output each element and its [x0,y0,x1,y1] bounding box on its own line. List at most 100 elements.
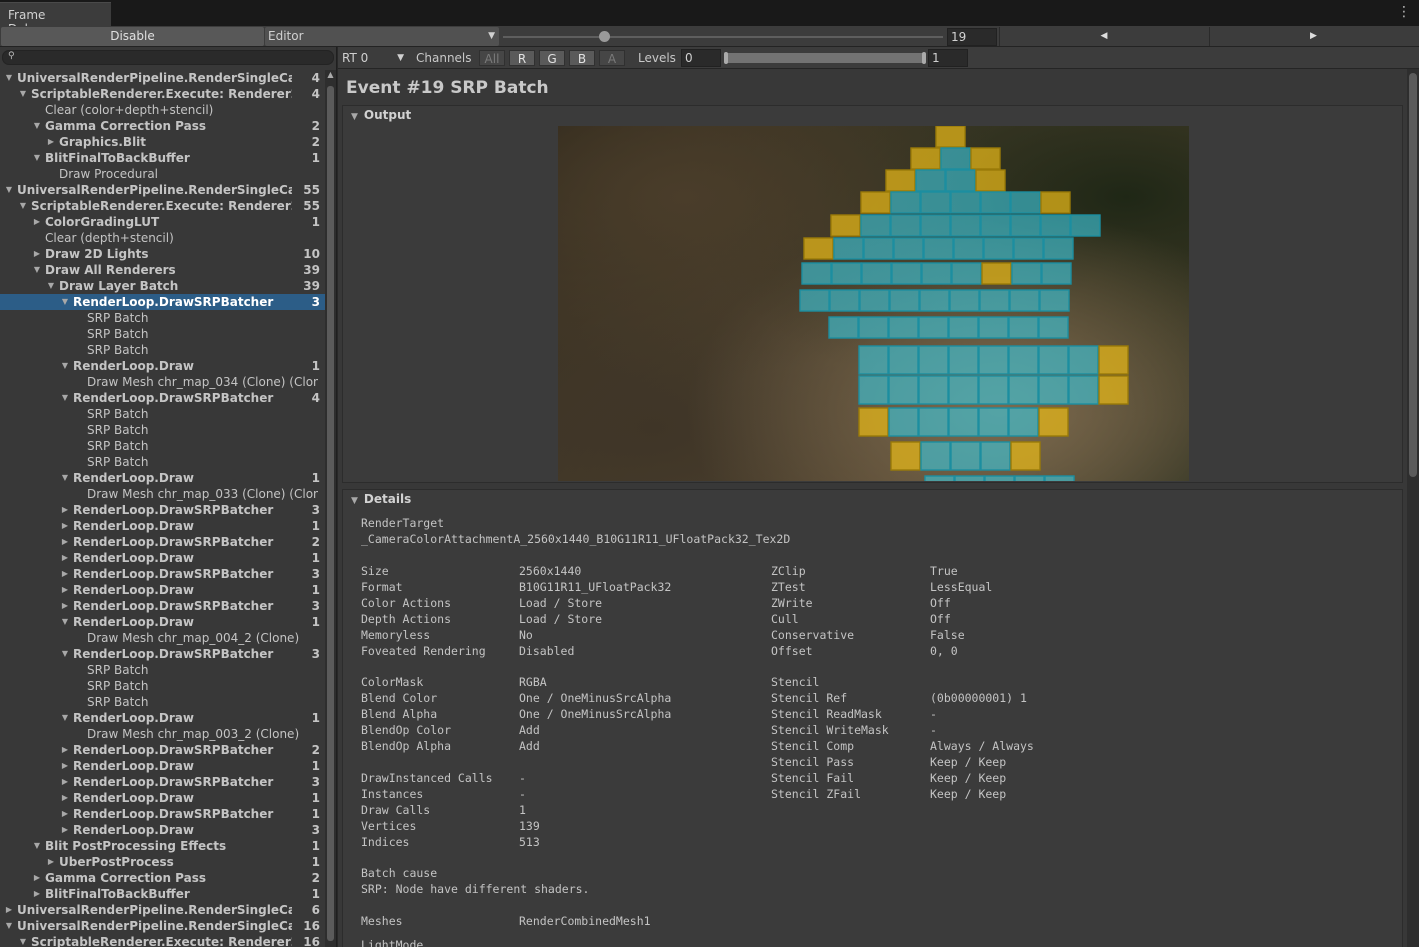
collapsed-arrow-icon[interactable]: ▶ [60,566,70,582]
levels-min-handle[interactable] [724,52,728,64]
tree-item[interactable]: ▼UniversalRenderPipeline.RenderSingleCam… [0,918,325,934]
tree-item[interactable]: ▶ RenderLoop.DrawSRPBatcher 1 [0,806,325,822]
tree-item[interactable]: Draw Mesh chr_map_004_2 (Clone) [0,630,325,646]
expanded-arrow-icon[interactable]: ▼ [32,150,42,166]
collapsed-arrow-icon[interactable]: ▶ [60,774,70,790]
levels-min-field[interactable]: 0 [681,49,721,67]
tree-item[interactable]: ▶ RenderLoop.Draw 1 [0,758,325,774]
expanded-arrow-icon[interactable]: ▼ [32,262,42,278]
expanded-arrow-icon[interactable]: ▼ [4,182,14,198]
levels-max-field[interactable]: 1 [928,49,968,67]
collapsed-arrow-icon[interactable]: ▶ [32,214,42,230]
tree-item[interactable]: ▼ ScriptableRenderer.Execute: Renderer2D 4 [0,86,325,102]
tree-item[interactable]: ▶ RenderLoop.DrawSRPBatcher 3 [0,502,325,518]
tree-item[interactable]: ▼ ScriptableRenderer.Execute: Renderer2D 1… [0,934,325,947]
tree-item[interactable]: Draw Mesh chr_map_033 (Clone) (Clone) [0,486,325,502]
tree-item[interactable]: ▶ RenderLoop.DrawSRPBatcher 3 [0,598,325,614]
tree-item[interactable]: ▶ RenderLoop.Draw 1 [0,550,325,566]
tree-item[interactable]: SRP Batch [0,422,325,438]
scroll-up-icon[interactable]: ▲ [325,70,336,79]
tree-item[interactable]: ▼ RenderLoop.Draw 1 [0,710,325,726]
expanded-arrow-icon[interactable]: ▼ [18,86,28,102]
event-slider-thumb[interactable] [599,31,610,42]
details-scrollbar-thumb[interactable] [1409,73,1417,477]
tree-item[interactable]: ▶UniversalRenderPipeline.RenderSingleCam… [0,902,325,918]
tree-item[interactable]: ▼UniversalRenderPipeline.RenderSingleCam… [0,182,325,198]
tree-item[interactable]: SRP Batch [0,310,325,326]
collapsed-arrow-icon[interactable]: ▶ [4,902,14,918]
tree-item[interactable]: ▼ RenderLoop.DrawSRPBatcher 3 [0,294,325,310]
tree-item[interactable]: ▼ Draw Layer Batch 39 [0,278,325,294]
details-header[interactable]: ▼ Details [343,490,1402,508]
collapsed-arrow-icon[interactable]: ▶ [60,742,70,758]
expanded-arrow-icon[interactable]: ▼ [60,358,70,374]
expanded-arrow-icon[interactable]: ▼ [18,934,28,947]
collapsed-arrow-icon[interactable]: ▶ [60,534,70,550]
channel-toggle-b[interactable]: B [569,50,595,66]
render-target-dropdown[interactable]: RT 0 ▼ [340,49,406,67]
tree-item[interactable]: Clear (depth+stencil) [0,230,325,246]
collapsed-arrow-icon[interactable]: ▶ [60,518,70,534]
disable-button[interactable]: Disable [1,27,264,46]
hierarchy-scrollbar[interactable]: ▲ [325,70,336,947]
expanded-arrow-icon[interactable]: ▼ [4,918,14,934]
search-field[interactable]: ⚲ [2,50,334,65]
tree-item[interactable]: ▶ RenderLoop.Draw 3 [0,822,325,838]
collapsed-arrow-icon[interactable]: ▶ [32,870,42,886]
tree-item[interactable]: SRP Batch [0,454,325,470]
tree-item[interactable]: ▼ BlitFinalToBackBuffer 1 [0,150,325,166]
tree-item[interactable]: ▼ RenderLoop.DrawSRPBatcher 3 [0,646,325,662]
expanded-arrow-icon[interactable]: ▼ [18,198,28,214]
event-slider[interactable] [503,36,943,38]
tree-item[interactable]: ▼ Gamma Correction Pass 2 [0,118,325,134]
tree-item[interactable]: SRP Batch [0,342,325,358]
collapsed-arrow-icon[interactable]: ▶ [32,886,42,902]
tree-item[interactable]: ▼ RenderLoop.Draw 1 [0,614,325,630]
channel-toggle-g[interactable]: G [539,50,565,66]
tree-item[interactable]: ▶ BlitFinalToBackBuffer 1 [0,886,325,902]
tree-item[interactable]: ▶ RenderLoop.Draw 1 [0,518,325,534]
tree-item[interactable]: ▼ RenderLoop.Draw 1 [0,470,325,486]
next-event-button[interactable]: ▶ [1209,27,1417,46]
tree-item[interactable]: ▼ RenderLoop.DrawSRPBatcher 4 [0,390,325,406]
tree-item[interactable]: ▶ Gamma Correction Pass 2 [0,870,325,886]
tree-item[interactable]: Draw Mesh chr_map_003_2 (Clone) [0,726,325,742]
tree-item[interactable]: SRP Batch [0,694,325,710]
tree-item[interactable]: ▼UniversalRenderPipeline.RenderSingleCam… [0,70,325,86]
expanded-arrow-icon[interactable]: ▼ [4,70,14,86]
collapsed-arrow-icon[interactable]: ▶ [60,550,70,566]
tree-item[interactable]: SRP Batch [0,438,325,454]
tree-item[interactable]: ▶ RenderLoop.DrawSRPBatcher 2 [0,742,325,758]
window-menu-icon[interactable]: ⋮ [1397,4,1411,20]
tree-item[interactable]: ▶ RenderLoop.DrawSRPBatcher 2 [0,534,325,550]
collapsed-arrow-icon[interactable]: ▶ [60,502,70,518]
collapsed-arrow-icon[interactable]: ▶ [60,822,70,838]
tree-item[interactable]: ▶ Graphics.Blit 2 [0,134,325,150]
tree-item[interactable]: ▶ RenderLoop.DrawSRPBatcher 3 [0,566,325,582]
details-scrollbar[interactable] [1407,69,1419,947]
tree-item[interactable]: ▼ Blit PostProcessing Effects 1 [0,838,325,854]
expanded-arrow-icon[interactable]: ▼ [60,614,70,630]
tree-item[interactable]: ▼ ScriptableRenderer.Execute: Renderer2D 5… [0,198,325,214]
tree-item[interactable]: ▶ RenderLoop.DrawSRPBatcher 3 [0,774,325,790]
tree-item[interactable]: ▶ RenderLoop.Draw 1 [0,790,325,806]
tree-item[interactable]: SRP Batch [0,326,325,342]
levels-max-handle[interactable] [922,52,926,64]
channel-toggle-all[interactable]: All [479,50,505,66]
collapsed-arrow-icon[interactable]: ▶ [32,246,42,262]
tree-item[interactable]: ▶ Draw 2D Lights 10 [0,246,325,262]
expanded-arrow-icon[interactable]: ▼ [60,470,70,486]
collapsed-arrow-icon[interactable]: ▶ [46,854,56,870]
expanded-arrow-icon[interactable]: ▼ [60,294,70,310]
expanded-arrow-icon[interactable]: ▼ [60,646,70,662]
expanded-arrow-icon[interactable]: ▼ [32,118,42,134]
expanded-arrow-icon[interactable]: ▼ [46,278,56,294]
expanded-arrow-icon[interactable]: ▼ [32,838,42,854]
tree-item[interactable]: Draw Mesh chr_map_034 (Clone) (Clone) [0,374,325,390]
hierarchy-scrollbar-thumb[interactable] [327,86,334,941]
collapsed-arrow-icon[interactable]: ▶ [60,790,70,806]
tree-item[interactable]: Clear (color+depth+stencil) [0,102,325,118]
collapsed-arrow-icon[interactable]: ▶ [46,134,56,150]
collapsed-arrow-icon[interactable]: ▶ [60,582,70,598]
channel-toggle-r[interactable]: R [509,50,535,66]
